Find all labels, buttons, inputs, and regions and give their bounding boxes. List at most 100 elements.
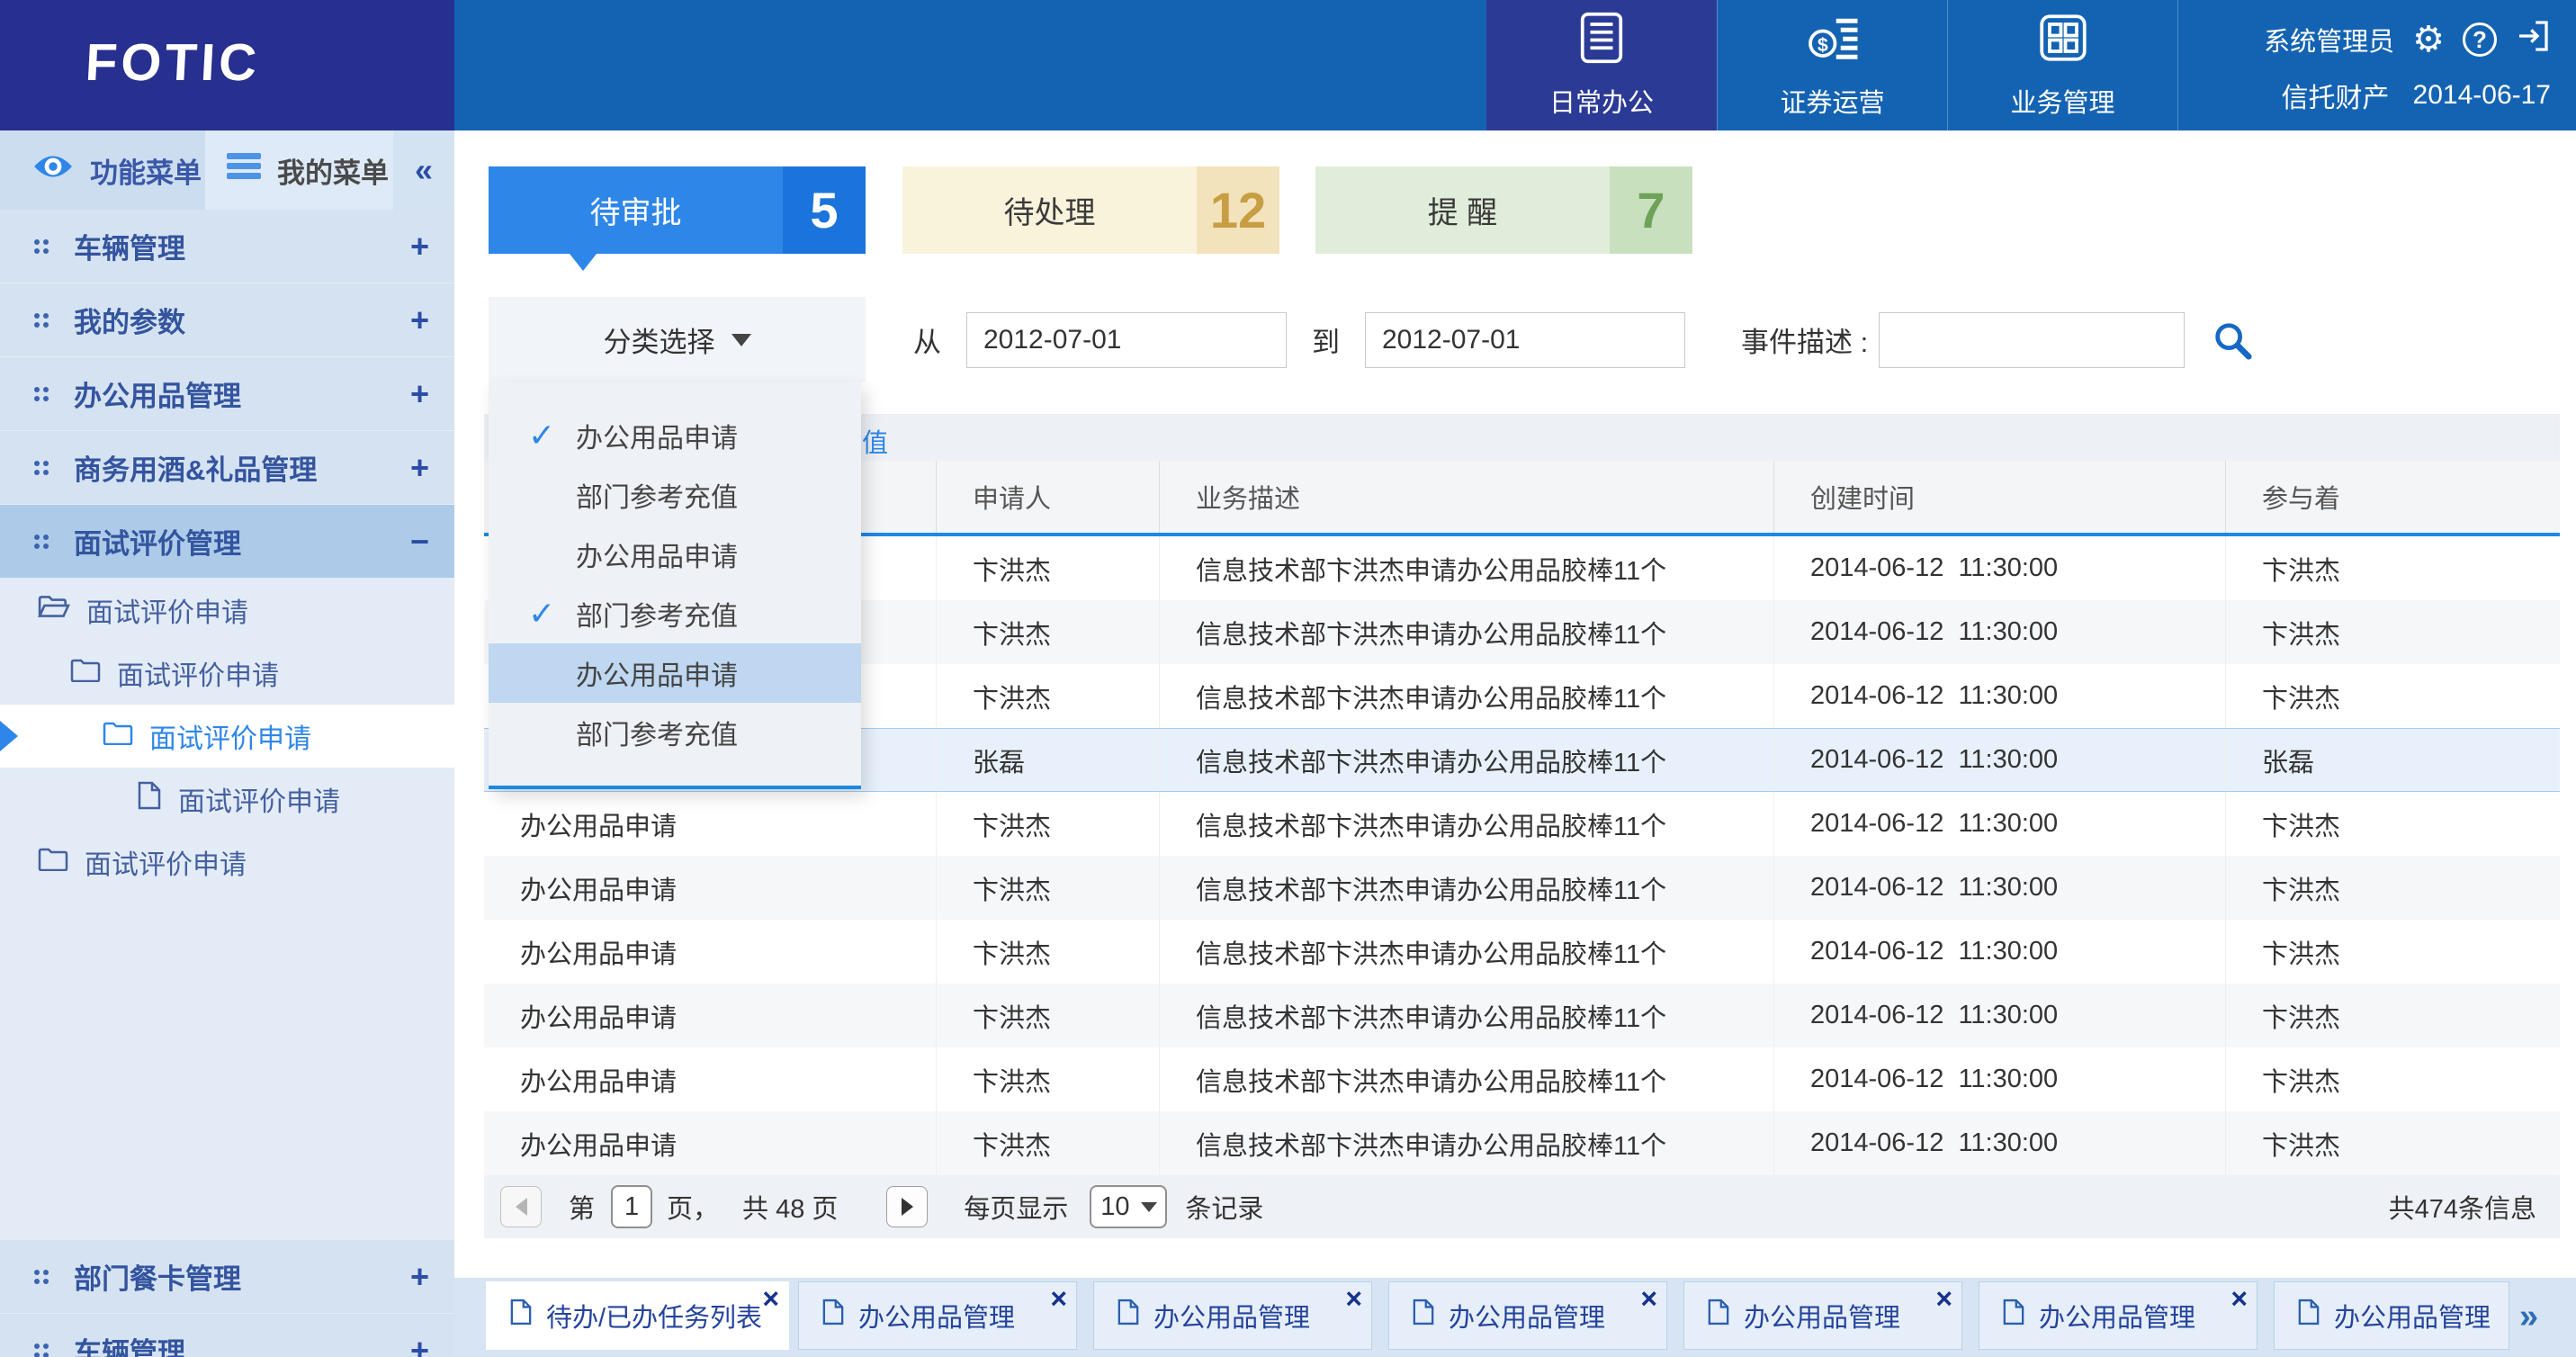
sidebar-item-meal-card[interactable]: 部门餐卡管理 + [0,1240,454,1314]
dropdown-item[interactable]: ✓ 办公用品申请 [489,406,861,465]
sidebar-item-business-gifts[interactable]: 商务用酒&礼品管理 + [0,431,454,505]
close-icon[interactable]: × [2230,1282,2248,1316]
tab-label: 我的菜单 [277,150,389,191]
expand-icon[interactable]: + [410,375,429,413]
tree-item-interview-request[interactable]: 面试评价申请 [0,831,454,894]
expand-icon[interactable]: + [410,449,429,487]
nav-label: 日常办公 [1486,82,1717,120]
app-logo: FOTIC [84,32,261,93]
from-label: 从 [913,319,941,360]
logout-icon[interactable] [2515,18,2551,61]
dropdown-item[interactable]: 部门参考充值 [489,465,861,525]
from-date-input[interactable] [966,312,1287,368]
table-row[interactable]: 办公用品申请 卞洪杰 信息技术部卞洪杰申请办公用品胶棒11个 2014-06-1… [484,920,2560,984]
dropdown-item[interactable]: 部门参考充值 [489,703,861,762]
expand-icon[interactable]: + [410,301,429,339]
help-icon[interactable]: ? [2463,22,2497,57]
sidebar-item-my-params[interactable]: 我的参数 + [0,283,454,357]
event-desc-input[interactable] [1879,312,2185,368]
doc-tab-office-supplies[interactable]: 办公用品管理 × [1388,1281,1667,1350]
dropdown-item[interactable]: 办公用品申请 [489,525,861,584]
caret-down-icon [732,334,751,346]
user-area: 系统管理员 ⚙ ? 信托财产 2014-06-17 [2177,0,2576,130]
app-header: FOTIC 日常办公 $ 证券运营 业务管理 系统管理员 ⚙ ? 信托财产 20… [0,0,2576,130]
table-row[interactable]: 办公用品申请 卞洪杰 信息技术部卞洪杰申请办公用品胶棒11个 2014-06-1… [484,1047,2560,1111]
doc-tab-office-supplies[interactable]: 办公用品管理 × [1093,1281,1372,1350]
table-row[interactable]: 办公用品申请 卞洪杰 信息技术部卞洪杰申请办公用品胶棒11个 2014-06-1… [484,984,2560,1047]
sidebar-item-interview-eval[interactable]: 面试评价管理 − [0,505,454,579]
tree-item-interview-request-selected[interactable]: 面试评价申请 [0,705,454,768]
dropdown-item-highlighted[interactable]: 办公用品申请 [489,643,861,703]
category-select[interactable]: 分类选择 [489,297,866,382]
doc-tab-office-supplies[interactable]: 办公用品管理 × [798,1281,1077,1350]
sidebar-item-office-supplies[interactable]: 办公用品管理 + [0,357,454,431]
to-date-input[interactable] [1365,312,1685,368]
drag-dots-icon [34,239,49,254]
close-icon[interactable]: × [762,1282,779,1316]
col-header-applicant: 申请人 [937,461,1160,533]
check-icon: ✓ [528,417,555,454]
sidebar-item-vehicle[interactable]: 车辆管理 + [0,210,454,283]
sidebar-collapse-button[interactable]: « [393,130,454,210]
table-row[interactable]: 办公用品申请 卞洪杰 信息技术部卞洪杰申请办公用品胶棒11个 2014-06-1… [484,1111,2560,1175]
col-header-participant: 参与着 [2226,461,2560,533]
page-number-input[interactable] [611,1185,652,1228]
pagination-bar: 第 页， 共 48 页 每页显示 10 条记录 共474条信息 [484,1175,2560,1238]
securities-coin-icon: $ [1806,11,1860,69]
drag-dots-icon [34,461,49,475]
per-page-select[interactable]: 10 [1090,1185,1167,1228]
top-nav-business[interactable]: 业务管理 [1947,0,2177,130]
card-reminder[interactable]: 提 醒 7 [1315,166,1692,254]
next-page-button[interactable] [886,1186,928,1227]
file-icon [1117,1299,1139,1333]
doc-tab-task-list[interactable]: 待办/已办任务列表 × [486,1281,789,1350]
search-icon[interactable] [2212,319,2253,361]
expand-icon[interactable]: + [410,1258,429,1296]
close-icon[interactable]: × [1935,1282,1952,1316]
col-header-created: 创建时间 [1774,461,2226,533]
close-icon[interactable]: × [1345,1282,1362,1316]
tab-overflow-button[interactable]: » [2519,1298,2538,1336]
tree-item-interview-request[interactable]: 面试评价申请 [0,579,454,642]
doc-tab-office-supplies[interactable]: 办公用品管理 × [1683,1281,1962,1350]
tab-function-menu[interactable]: 功能菜单 [0,130,205,210]
prev-page-button[interactable] [500,1186,542,1227]
eye-icon [32,152,74,188]
clipped-tab-text[interactable]: 值 [862,422,888,460]
sidebar-tree: 面试评价申请 面试评价申请 面试评价申请 面试评价申请 面试评价申请 [0,579,454,1240]
col-header-description: 业务描述 [1160,461,1774,533]
logo-block: FOTIC [0,0,454,130]
card-label: 待处理 [902,166,1197,254]
nav-label: 业务管理 [1948,82,2177,120]
file-icon [510,1299,532,1333]
close-icon[interactable]: × [1050,1282,1067,1316]
file-icon [1413,1299,1434,1333]
file-icon [1708,1299,1729,1333]
tab-my-menu[interactable]: 我的菜单 [205,130,393,210]
expand-icon[interactable]: + [410,1332,429,1357]
collapse-minus-icon[interactable]: − [410,523,429,561]
user-org: 信托财产 [2282,76,2390,115]
table-row[interactable]: 办公用品申请 卞洪杰 信息技术部卞洪杰申请办公用品胶棒11个 2014-06-1… [484,792,2560,856]
sidebar-item-vehicle-2[interactable]: 车辆管理 + [0,1314,454,1357]
doc-tab-office-supplies[interactable]: 办公用品管理 × [1979,1281,2257,1350]
folder-icon [70,657,101,689]
gear-icon[interactable]: ⚙ [2412,22,2445,58]
doc-tab-office-supplies[interactable]: 办公用品管理 [2274,1281,2509,1350]
user-name: 系统管理员 [2264,21,2394,58]
card-count: 12 [1197,166,1279,254]
expand-icon[interactable]: + [410,228,429,265]
card-pending-approval[interactable]: 待审批 5 [489,166,866,254]
file-icon [137,781,162,817]
tree-item-interview-request[interactable]: 面试评价申请 [0,768,454,831]
top-nav-daily-office[interactable]: 日常办公 [1486,0,1717,130]
table-row[interactable]: 办公用品申请 卞洪杰 信息技术部卞洪杰申请办公用品胶棒11个 2014-06-1… [484,856,2560,920]
card-pending-process[interactable]: 待处理 12 [902,166,1279,254]
card-label: 提 醒 [1315,166,1610,254]
close-icon[interactable]: × [1640,1282,1657,1316]
filter-row: 从 到 事件描述 : [913,297,2253,382]
tree-item-interview-request[interactable]: 面试评价申请 [0,642,454,705]
page-label: 第 [569,1188,595,1226]
top-nav-securities[interactable]: $ 证券运营 [1717,0,1947,130]
dropdown-item[interactable]: ✓ 部门参考充值 [489,584,861,643]
